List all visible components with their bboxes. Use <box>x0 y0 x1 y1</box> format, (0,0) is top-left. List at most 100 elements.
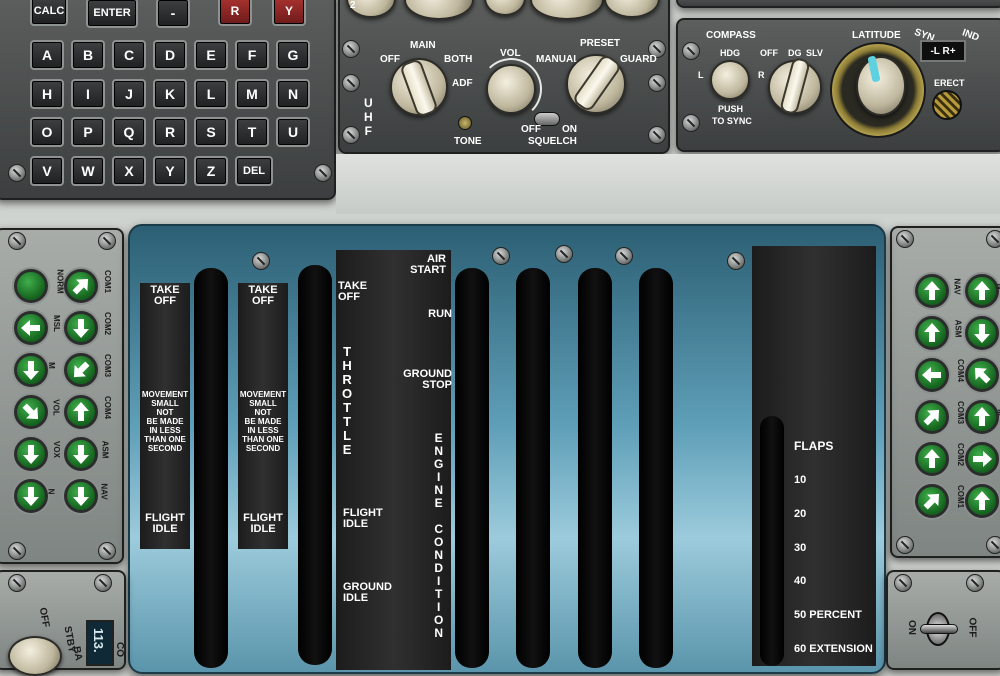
hdg-knob[interactable] <box>710 60 750 100</box>
ay-key-label: Y <box>284 4 293 18</box>
key-j[interactable]: J <box>112 79 146 109</box>
screw <box>314 164 332 182</box>
key-s[interactable]: S <box>194 117 228 147</box>
key-u[interactable]: U <box>276 117 310 147</box>
audio-button-com3[interactable] <box>915 400 949 434</box>
key-g[interactable]: G <box>276 40 310 70</box>
audio-button-com2[interactable] <box>64 311 98 345</box>
audio-button-com4[interactable] <box>915 358 949 392</box>
screw <box>8 164 26 182</box>
strip1-flight-idle: FLIGHT IDLE <box>145 512 185 535</box>
audio-button-vol[interactable] <box>14 395 48 429</box>
audio-button-nav[interactable] <box>915 274 949 308</box>
key-c[interactable]: C <box>112 40 146 70</box>
lever-slot-1[interactable] <box>194 268 228 668</box>
erect-button[interactable] <box>932 90 962 120</box>
arrow-icon <box>923 409 940 426</box>
audio-button-vol[interactable] <box>965 358 999 392</box>
audio-button-com3[interactable] <box>64 353 98 387</box>
screw <box>896 230 914 248</box>
arrow-icon <box>974 491 990 510</box>
audio-button-asm[interactable] <box>915 316 949 350</box>
key-z[interactable]: Z <box>194 156 228 186</box>
key-m[interactable]: M <box>235 79 269 109</box>
key-f[interactable]: F <box>235 40 269 70</box>
audio-button-m[interactable] <box>965 400 999 434</box>
flaps-lever-slot[interactable] <box>760 416 784 666</box>
throttle-takeoff: TAKE OFF <box>338 280 368 303</box>
guard-label: GUARD <box>620 54 657 65</box>
audio-button-com1[interactable] <box>915 484 949 518</box>
audio-button-n[interactable] <box>14 479 48 513</box>
calc-key[interactable]: CALC <box>30 0 68 26</box>
key-d[interactable]: D <box>153 40 187 70</box>
lever-slot-5[interactable] <box>578 268 612 668</box>
key-b[interactable]: B <box>71 40 105 70</box>
audio-button-vox[interactable] <box>14 437 48 471</box>
vertical-letter: L <box>343 428 352 443</box>
key-l[interactable]: L <box>194 79 228 109</box>
screw <box>648 74 666 92</box>
screw <box>894 574 912 592</box>
compass-l-label: L <box>698 70 704 80</box>
key-e[interactable]: E <box>194 40 228 70</box>
key-y[interactable]: Y <box>153 156 187 186</box>
audio-button-norm[interactable] <box>965 484 999 518</box>
audio-button-m[interactable] <box>14 353 48 387</box>
audio-button-msl[interactable] <box>965 442 999 476</box>
ground-stop-label: GROUND STOP <box>403 368 452 391</box>
ro-key[interactable]: R <box>218 0 252 26</box>
audio-button-norm[interactable] <box>14 269 48 303</box>
audio-button-com1[interactable] <box>64 269 98 303</box>
key-p[interactable]: P <box>71 117 105 147</box>
key-w[interactable]: W <box>71 156 105 186</box>
vertical-letter: T <box>343 400 352 415</box>
audio-button-msl[interactable] <box>14 311 48 345</box>
key-del[interactable]: DEL <box>235 156 273 186</box>
lever-slot-4[interactable] <box>516 268 550 668</box>
minus-key[interactable]: - <box>156 0 190 28</box>
lever-slot-2[interactable] <box>298 265 332 665</box>
key-n[interactable]: N <box>276 79 310 109</box>
nav-mode-knob[interactable] <box>8 636 62 676</box>
ay-key[interactable]: Y <box>272 0 306 26</box>
key-r[interactable]: R <box>153 117 187 147</box>
key-a[interactable]: A <box>30 40 64 70</box>
vertical-letter: T <box>343 344 352 359</box>
audio-button-vox[interactable] <box>965 316 999 350</box>
key-h[interactable]: H <box>30 79 64 109</box>
audio-button-com2[interactable] <box>915 442 949 476</box>
bottom-right-on-label: ON <box>906 620 917 635</box>
strip1-takeoff: TAKE OFF <box>150 284 180 307</box>
audio-button-n[interactable] <box>965 274 999 308</box>
screw <box>648 126 666 144</box>
audio-label: NAV <box>952 278 962 295</box>
audio-label: COM3 <box>956 400 966 425</box>
key-t[interactable]: T <box>235 117 269 147</box>
screw <box>342 126 360 144</box>
vertical-letter: T <box>343 414 352 429</box>
audio-button-asm[interactable] <box>64 437 98 471</box>
compass-r-label: R <box>758 70 765 80</box>
key-v[interactable]: V <box>30 156 64 186</box>
audio-button-com4[interactable] <box>64 395 98 429</box>
key-o[interactable]: O <box>30 117 64 147</box>
arrow-icon <box>923 493 940 510</box>
key-q[interactable]: Q <box>112 117 146 147</box>
tone-button[interactable] <box>458 116 472 130</box>
latitude-knob[interactable] <box>856 56 906 116</box>
flaps-mark: 20 <box>794 507 807 520</box>
key-i[interactable]: I <box>71 79 105 109</box>
lever-slot-3[interactable] <box>455 268 489 668</box>
enter-key[interactable]: ENTER <box>86 0 138 28</box>
push-label: PUSH <box>718 104 744 114</box>
both-label: BOTH <box>444 54 473 65</box>
key-x[interactable]: X <box>112 156 146 186</box>
uhf-letter: H <box>364 110 373 124</box>
key-k[interactable]: K <box>153 79 187 109</box>
ro-key-label: R <box>230 4 240 18</box>
audio-button-nav[interactable] <box>64 479 98 513</box>
flaps-title: FLAPS <box>794 439 834 453</box>
lever-slot-6[interactable] <box>639 268 673 668</box>
audio-label: COM4 <box>103 395 113 420</box>
